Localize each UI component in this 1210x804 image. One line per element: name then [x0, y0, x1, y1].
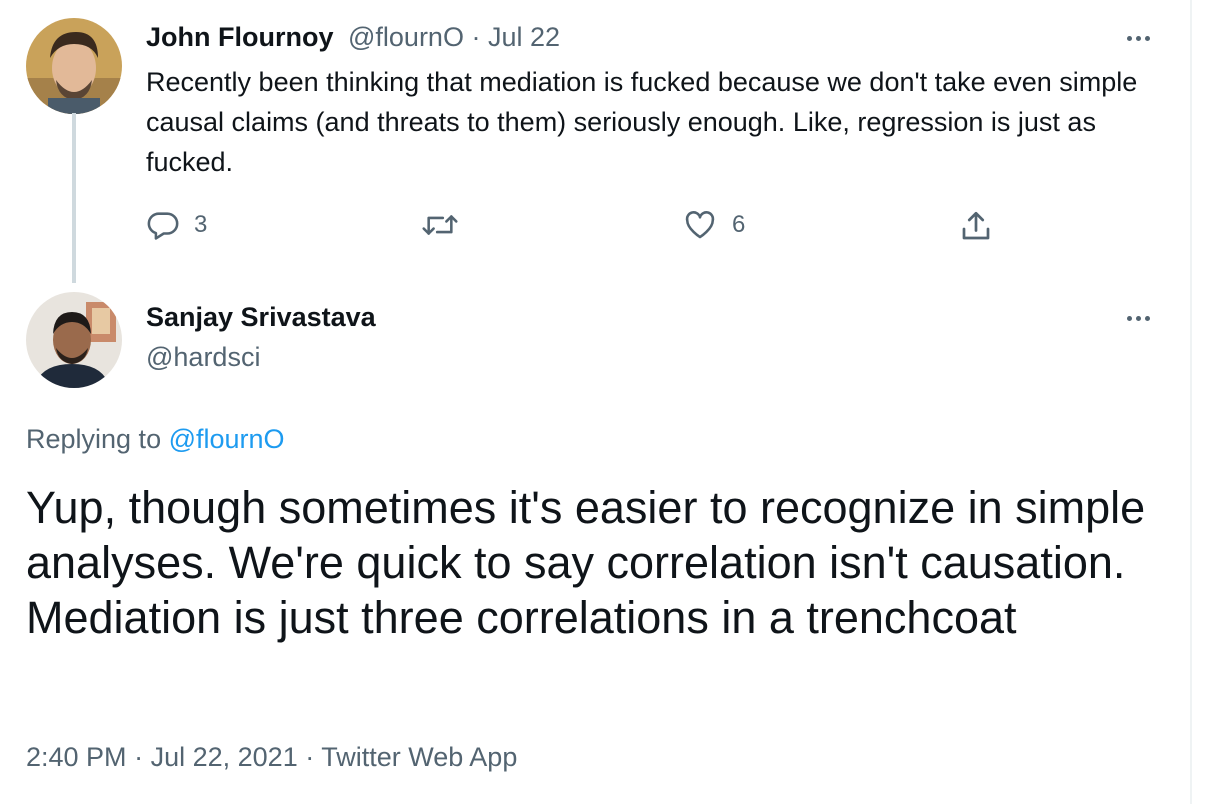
tweet2-date[interactable]: Jul 22, 2021 [151, 742, 298, 772]
tweet1-reply-button[interactable]: 3 [146, 208, 207, 242]
reply-icon [147, 212, 179, 240]
heart-icon [685, 211, 715, 239]
avatar-sanjay-srivastava[interactable] [26, 292, 122, 388]
tweet1-date[interactable]: Jul 22 [488, 22, 560, 52]
tweet1-like-button[interactable]: 6 [682, 208, 745, 242]
tweet2-separator-2: · [305, 742, 315, 772]
tweet1-text: Recently been thinking that mediation is… [146, 67, 1138, 177]
tweet1-separator: · [471, 22, 481, 52]
tweet2-author-name[interactable]: Sanjay Srivastava [146, 302, 376, 333]
tweet2-meta-line: 2:40 PM · Jul 22, 2021 · Twitter Web App [26, 742, 517, 773]
tweet1-retweet-button[interactable] [420, 208, 474, 242]
avatar-john-flournoy[interactable] [26, 18, 122, 114]
replying-to-prefix: Replying to [26, 424, 162, 454]
tweet2-text: Yup, though sometimes it's easier to rec… [26, 482, 1146, 643]
tweet1-more-icon[interactable] [1118, 28, 1158, 48]
tweet1-share-button[interactable] [958, 208, 994, 244]
tweet2-more-icon[interactable] [1118, 308, 1158, 328]
tweet2-separator-1: · [134, 742, 144, 772]
replying-to-handle[interactable]: @flournO [169, 424, 285, 454]
tweet2-handle[interactable]: @hardsci [146, 342, 260, 373]
tweet1-handle[interactable]: @flournO [348, 22, 464, 52]
tweet1-reply-count: 3 [194, 211, 208, 238]
tweet1-like-count: 6 [732, 211, 746, 238]
tweet1-author-name[interactable]: John Flournoy [146, 22, 333, 53]
tweet2-source[interactable]: Twitter Web App [321, 742, 517, 772]
thread-connector [72, 113, 76, 283]
retweet-icon [422, 215, 458, 235]
tweet1-handle-line: @flournO · Jul 22 [348, 22, 560, 53]
replying-to-line: Replying to @flournO [26, 424, 285, 455]
column-divider [1190, 0, 1192, 804]
tweet2-timestamp[interactable]: 2:40 PM [26, 742, 127, 772]
share-icon [962, 211, 990, 240]
